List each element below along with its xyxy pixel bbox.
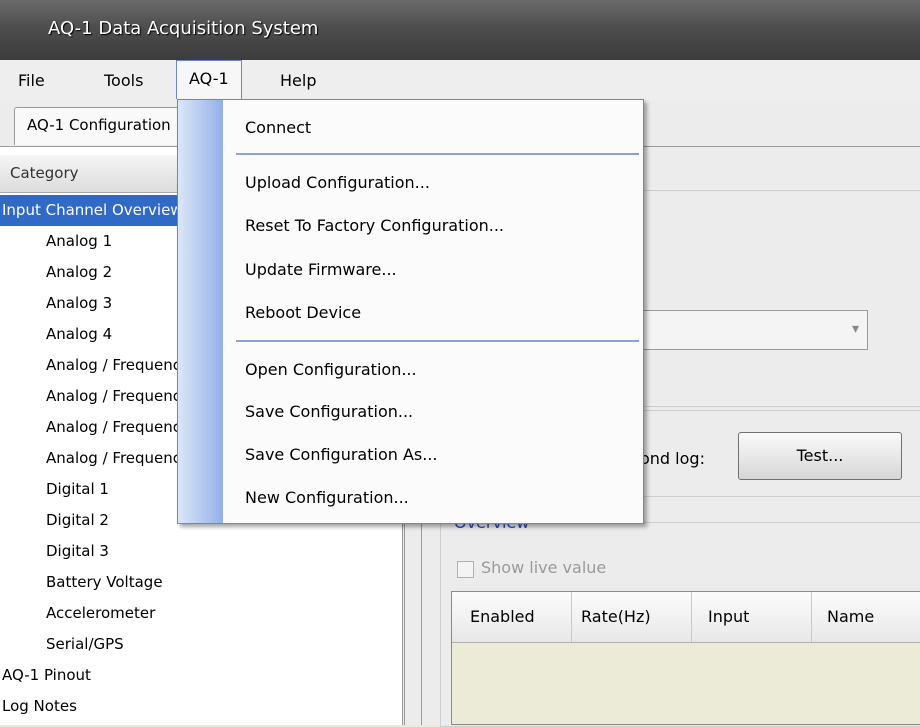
- menu-item-save-configuration-as[interactable]: Save Configuration As...: [245, 445, 438, 464]
- column-enabled[interactable]: Enabled: [452, 592, 572, 642]
- menu-item-open-configuration[interactable]: Open Configuration...: [245, 360, 417, 379]
- window-title: AQ-1 Data Acquisition System: [48, 18, 319, 39]
- menu-help[interactable]: Help: [280, 69, 316, 92]
- test-button[interactable]: Test...: [738, 432, 902, 480]
- title-bar: AQ-1 Data Acquisition System: [0, 0, 920, 60]
- aq1-dropdown-menu: Connect Upload Configuration... Reset To…: [177, 99, 644, 524]
- tree-item-aq1-pinout[interactable]: AQ-1 Pinout: [0, 660, 402, 691]
- column-name[interactable]: Name: [812, 592, 920, 642]
- menu-tools[interactable]: Tools: [104, 69, 143, 92]
- tree-item-digital-3[interactable]: Digital 3: [0, 536, 402, 567]
- menu-icon-gutter: [178, 100, 223, 523]
- tree-item-log-notes[interactable]: Log Notes: [0, 691, 402, 722]
- tree-item-battery-voltage[interactable]: Battery Voltage: [0, 567, 402, 598]
- menu-item-new-configuration[interactable]: New Configuration...: [245, 488, 409, 507]
- column-rate[interactable]: Rate(Hz): [572, 592, 692, 642]
- tree-item-accelerometer[interactable]: Accelerometer: [0, 598, 402, 629]
- menu-item-reset-factory[interactable]: Reset To Factory Configuration...: [245, 216, 504, 235]
- log-label: ond log:: [640, 449, 705, 468]
- column-input[interactable]: Input: [692, 592, 812, 642]
- menu-separator: [236, 340, 639, 342]
- menu-aq1[interactable]: AQ-1: [176, 60, 242, 99]
- menu-item-connect[interactable]: Connect: [245, 118, 311, 137]
- menu-bar: File Tools AQ-1 Help: [0, 60, 920, 100]
- tab-aq1-configuration[interactable]: AQ-1 Configuration: [14, 107, 189, 145]
- chevron-down-icon: ▾: [851, 321, 859, 337]
- show-live-value-label: Show live value: [481, 558, 607, 577]
- menu-item-upload-configuration[interactable]: Upload Configuration...: [245, 173, 430, 192]
- device-select[interactable]: ▾: [640, 310, 868, 350]
- menu-item-save-configuration[interactable]: Save Configuration...: [245, 402, 413, 421]
- tree-item-serial-gps[interactable]: Serial/GPS: [0, 629, 402, 660]
- menu-separator: [236, 153, 639, 155]
- menu-item-update-firmware[interactable]: Update Firmware...: [245, 260, 397, 279]
- show-live-value-checkbox[interactable]: [457, 561, 474, 578]
- menu-item-reboot-device[interactable]: Reboot Device: [245, 303, 361, 322]
- menu-file[interactable]: File: [18, 69, 45, 92]
- channel-grid: Enabled Rate(Hz) Input Name: [451, 591, 920, 725]
- grid-header: Enabled Rate(Hz) Input Name: [452, 592, 920, 643]
